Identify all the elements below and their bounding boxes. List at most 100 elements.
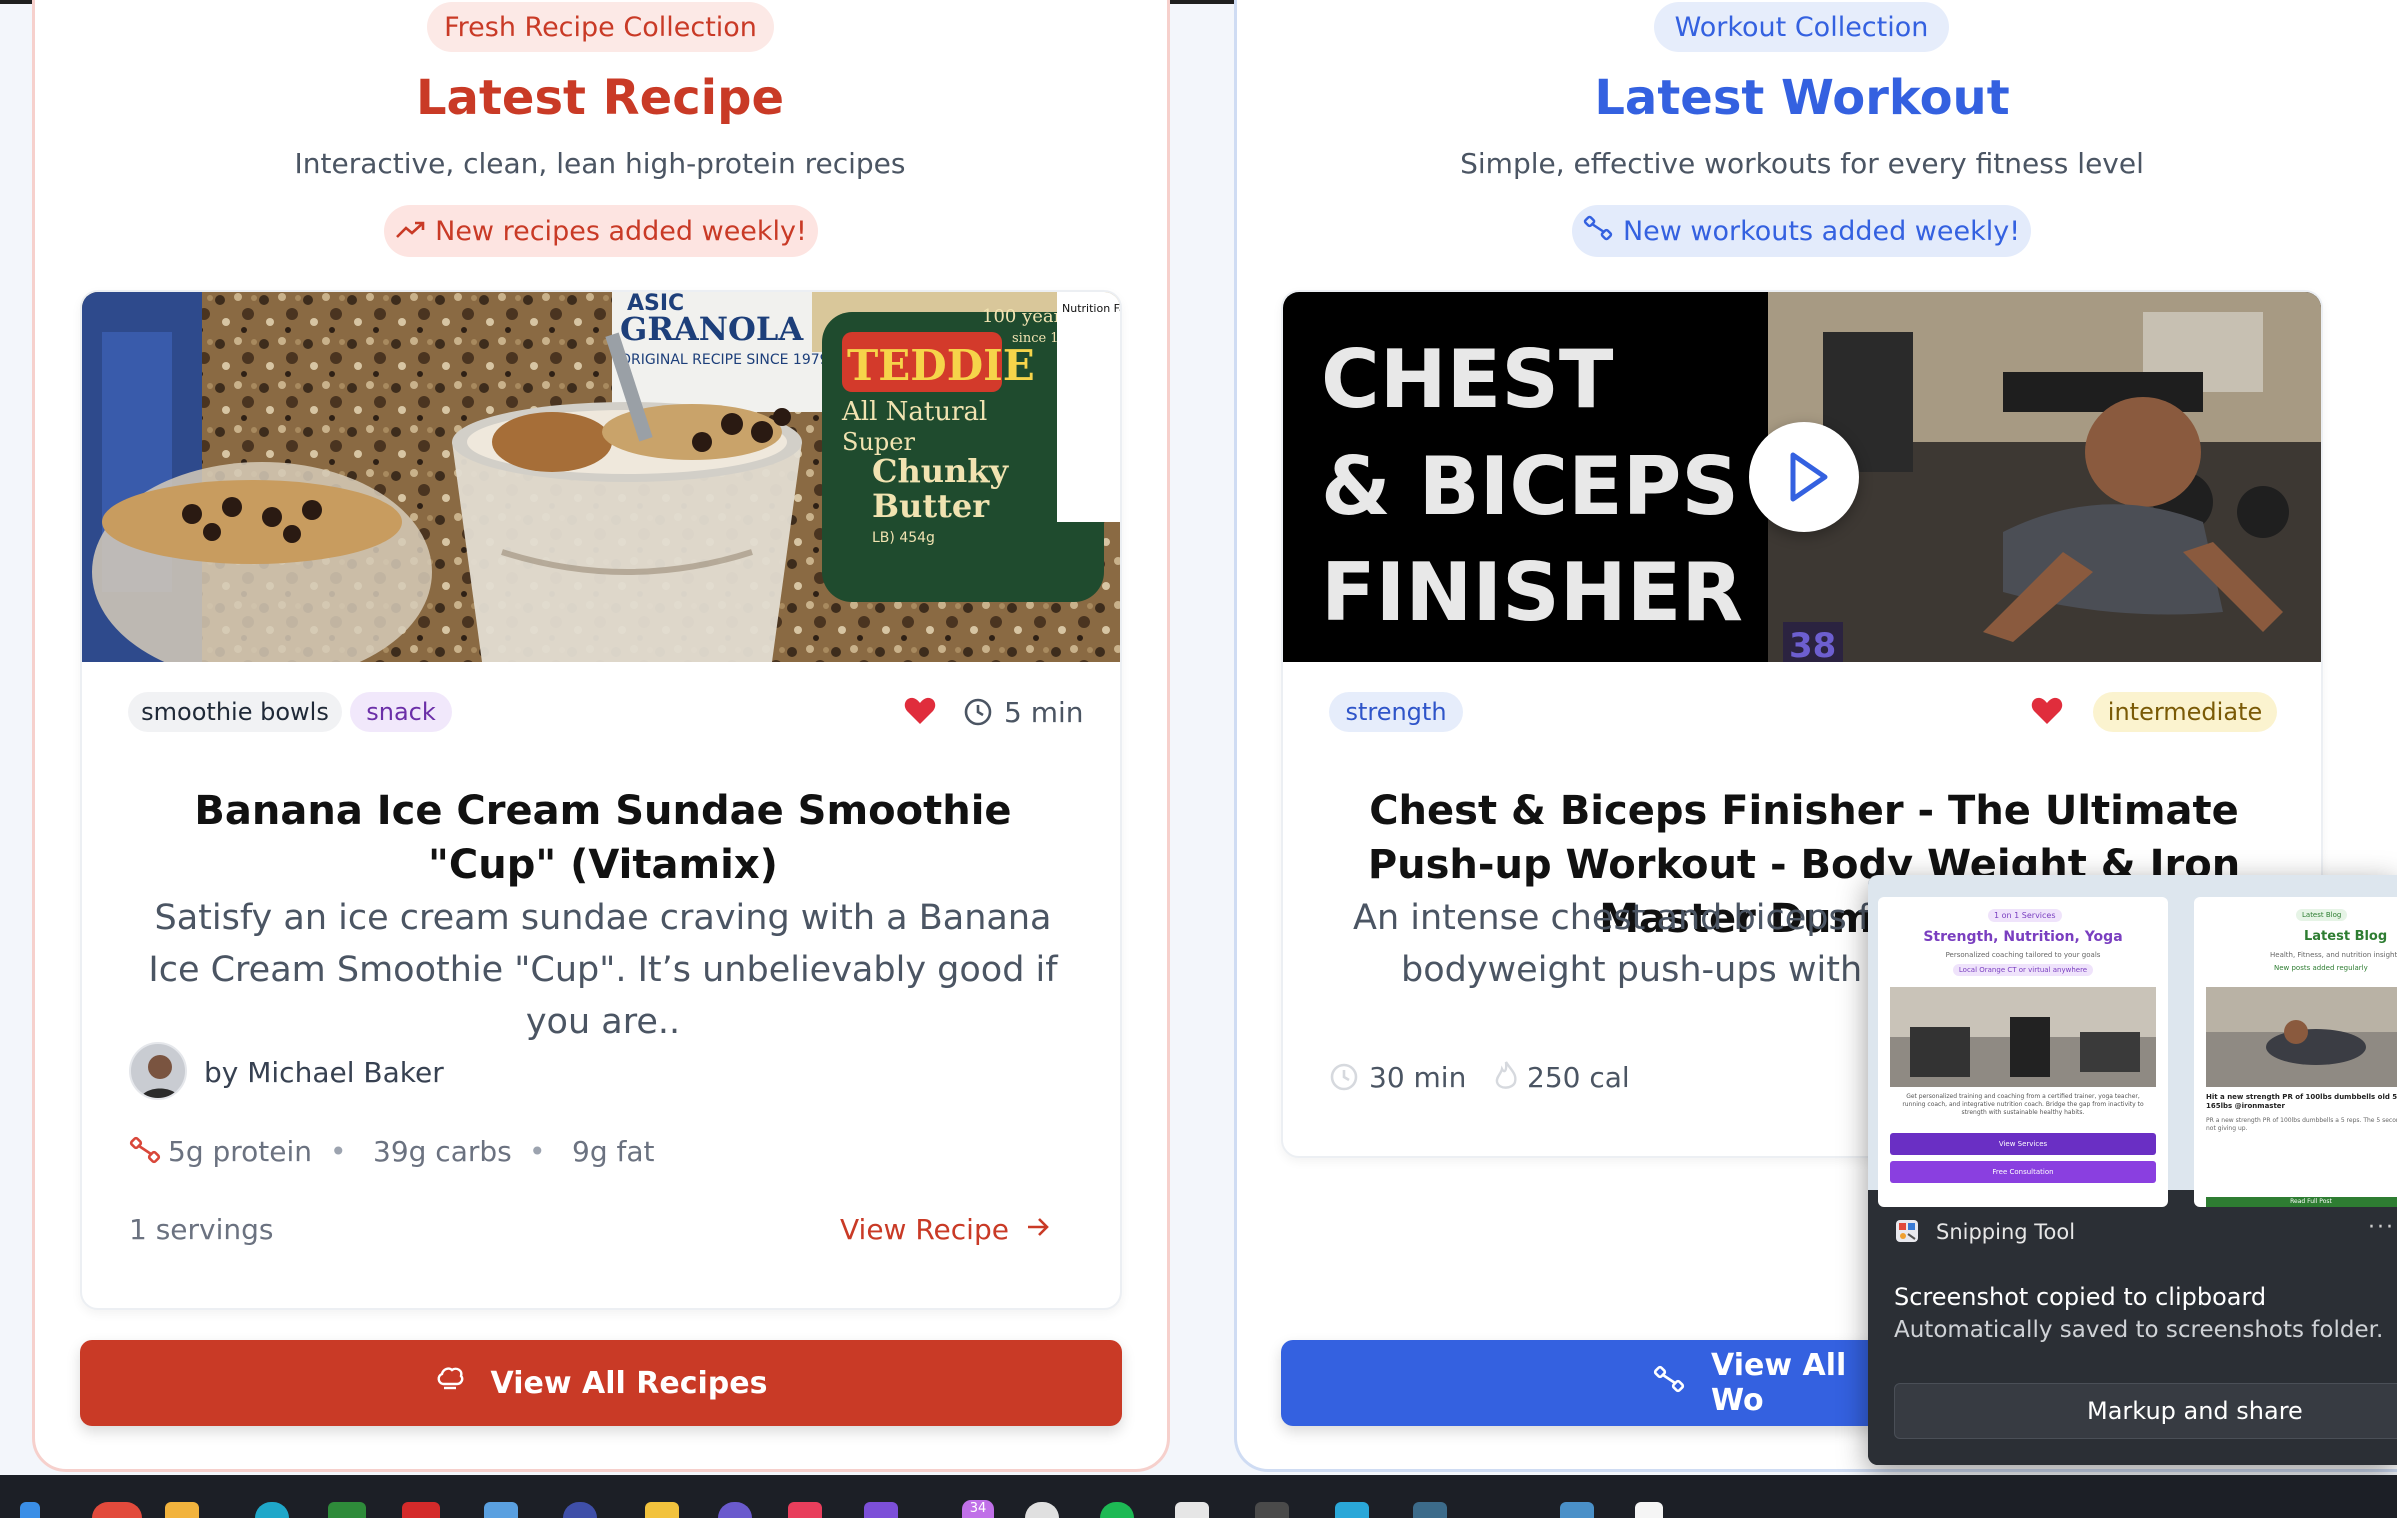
thumb-subtitle: Personalized coaching tailored to your g…	[1945, 951, 2101, 959]
app-icon[interactable]	[1175, 1502, 1209, 1518]
chrome-icon[interactable]	[92, 1502, 142, 1518]
recipe-tag-category[interactable]: smoothie bowls	[128, 692, 342, 732]
teddie-brand-text: TEDDIE	[847, 341, 1035, 390]
recipe-author: by Michael Baker	[204, 1055, 444, 1089]
screenshot-thumbnail-blog[interactable]: Latest Blog Latest Blog Health, Fitness,…	[2194, 897, 2397, 1207]
recipe-card-title[interactable]: Banana Ice Cream Sundae Smoothie "Cup" (…	[142, 784, 1064, 892]
play-icon[interactable]	[1749, 422, 1859, 532]
recipe-time: 5 min	[1004, 695, 1084, 729]
workout-weekly-pill: New workouts added weekly!	[1572, 205, 2031, 257]
workout-card-description-line1: An intense chest and biceps finis	[1353, 898, 1930, 938]
app-icon[interactable]	[1335, 1502, 1369, 1518]
toast-message: Screenshot copied to clipboard	[1894, 1283, 2267, 1311]
toast-detail: Automatically saved to screenshots folde…	[1894, 1317, 2384, 1343]
recipe-tag-type[interactable]: snack	[350, 692, 452, 732]
workout-calories: 250 cal	[1527, 1060, 1630, 1094]
teddie-chunky-text: Chunky	[872, 452, 1009, 490]
snipping-tool-app-name: Snipping Tool	[1936, 1220, 2076, 1244]
screenshot-thumbnail-services[interactable]: 1 on 1 Services Strength, Nutrition, Yog…	[1878, 897, 2168, 1207]
recipe-image[interactable]: ASIC GRANOLA ORIGINAL RECIPE SINCE 1979 …	[82, 292, 1122, 662]
view-all-workouts-label: View All Wo	[1711, 1348, 1847, 1418]
thumbnail-text-line1: CHEST	[1321, 333, 1614, 426]
thumb-badge: 1 on 1 Services	[1988, 909, 2062, 922]
thumbnail-text-line3: FINISHER	[1321, 546, 1743, 639]
chef-hat-icon	[435, 1364, 465, 1402]
file-explorer-icon[interactable]	[165, 1502, 199, 1518]
teddie-butter-text: Butter	[872, 487, 990, 525]
macro-separator: •	[330, 1134, 347, 1168]
recipe-section-title: Latest Recipe	[415, 70, 785, 126]
start-icon[interactable]	[20, 1502, 40, 1518]
clock-icon	[963, 697, 993, 731]
thumb-title: Latest Blog	[2304, 929, 2388, 944]
recipe-section-subtitle: Interactive, clean, lean high-protein re…	[294, 147, 906, 180]
recipe-protein: 5g protein	[168, 1134, 313, 1168]
thumb-badge: Latest Blog	[2296, 909, 2348, 921]
flame-icon	[1493, 1060, 1519, 1096]
app-icon[interactable]	[1635, 1502, 1663, 1518]
view-all-workouts-button[interactable]: View All Wo	[1281, 1340, 1881, 1426]
thumbnail-text-line2: & BICEPS	[1321, 440, 1739, 533]
clock-icon	[1329, 1062, 1359, 1096]
heart-icon[interactable]	[904, 696, 936, 730]
thumb-body-title: Hit a new strength PR of 100lbs dumbbell…	[2206, 1093, 2397, 1110]
excel-icon[interactable]	[328, 1502, 366, 1518]
workout-duration: 30 min	[1369, 1060, 1467, 1094]
dumbbell-icon	[1583, 213, 1613, 250]
thumb-subtitle: Health, Fitness, and nutrition insights	[2270, 951, 2397, 959]
thumb-button-secondary: Free Consultation	[1890, 1161, 2156, 1183]
workout-section-title: Latest Workout	[1594, 70, 2010, 126]
macro-separator: •	[529, 1134, 546, 1168]
recipe-card[interactable]: ASIC GRANOLA ORIGINAL RECIPE SINCE 1979 …	[80, 290, 1122, 1310]
granola-box-text: GRANOLA	[620, 310, 804, 348]
markup-and-share-label: Markup and share	[2087, 1397, 2303, 1425]
recipe-card-description: Satisfy an ice cream sundae craving with…	[148, 898, 1058, 1042]
recipe-fat: 9g fat	[572, 1134, 655, 1168]
video-counter-text: 38	[1789, 626, 1836, 662]
app-icon[interactable]	[1413, 1502, 1447, 1518]
markup-and-share-button[interactable]: Markup and share	[1894, 1383, 2397, 1439]
view-recipe-label: View Recipe	[840, 1212, 1009, 1246]
notification-badge: 34	[962, 1500, 994, 1518]
workout-collection-badge: Workout Collection	[1654, 2, 1949, 52]
nutrition-label-text: Nutrition Facts	[1062, 302, 1122, 315]
more-options-icon[interactable]: ···	[2368, 1215, 2395, 1240]
workout-card-description-line2: bodyweight push-ups with du	[1401, 950, 1918, 990]
trending-up-icon	[395, 216, 425, 247]
thumb-pill: New posts added regularly	[2274, 964, 2368, 972]
thumb-pushup-image	[2206, 987, 2397, 1087]
app-icon[interactable]	[1560, 1502, 1594, 1518]
calendar-icon[interactable]	[484, 1502, 518, 1518]
thumb-title: Strength, Nutrition, Yoga	[1923, 929, 2123, 945]
recipe-servings: 1 servings	[129, 1212, 274, 1246]
workout-level-badge: intermediate	[2093, 692, 2277, 732]
avatar	[129, 1042, 187, 1100]
thumb-body-text: PR a new strength PR of 100lbs dumbbells…	[2206, 1117, 2397, 1132]
acrobat-icon[interactable]	[402, 1502, 440, 1518]
workout-tag-category[interactable]: strength	[1329, 692, 1463, 732]
heart-icon[interactable]	[2031, 696, 2063, 730]
thumb-button-read: Read Full Post	[2206, 1197, 2397, 1207]
dumbbell-icon	[1653, 1363, 1685, 1403]
recipe-weekly-label: New recipes added weekly!	[435, 215, 807, 247]
thumb-body-text: Get personalized training and coaching f…	[1902, 1093, 2144, 1116]
arrow-right-icon	[1025, 1213, 1051, 1246]
recipe-collection-badge: Fresh Recipe Collection	[427, 2, 774, 52]
app-icon[interactable]	[645, 1502, 679, 1518]
teddie-natural-text: All Natural	[841, 397, 987, 427]
workout-weekly-label: New workouts added weekly!	[1622, 215, 2021, 247]
app-icon[interactable]	[864, 1502, 898, 1518]
dumbbell-icon	[129, 1134, 161, 1170]
snipping-tool-icon	[1894, 1218, 1920, 1248]
snipping-tool-notification[interactable]: 1 on 1 Services Strength, Nutrition, Yog…	[1868, 875, 2397, 1465]
app-icon[interactable]	[1255, 1502, 1289, 1518]
app-icon[interactable]	[788, 1502, 822, 1518]
workout-section-subtitle: Simple, effective workouts for every fit…	[1460, 147, 2144, 180]
teddie-weight-text: LB) 454g	[872, 530, 935, 546]
view-recipe-link[interactable]: View Recipe	[840, 1210, 1051, 1248]
thumb-button-primary: View Services	[1890, 1133, 2156, 1155]
recipe-carbs: 39g carbs	[373, 1134, 512, 1168]
view-all-recipes-button[interactable]: View All Recipes	[80, 1340, 1122, 1426]
view-all-recipes-label: View All Recipes	[490, 1365, 768, 1401]
thumb-gym-image	[1890, 987, 2156, 1087]
